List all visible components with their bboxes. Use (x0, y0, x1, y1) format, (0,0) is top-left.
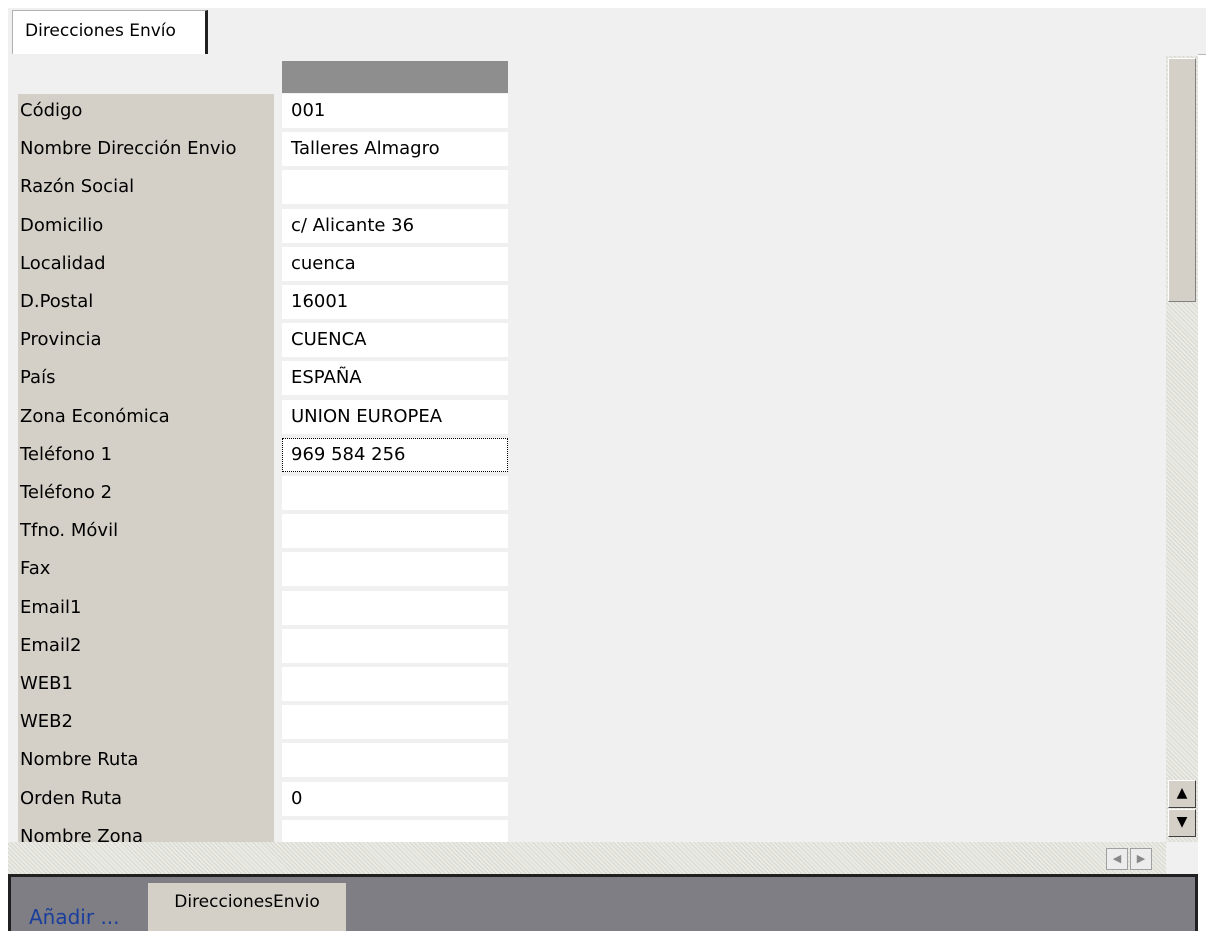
field-value-input[interactable]: 16001 (282, 285, 508, 319)
field-value-input[interactable] (282, 590, 508, 625)
field-label: Zona Económica (20, 405, 170, 427)
property-grid: Código Nombre Dirección Envio Razón Social… (8, 54, 1198, 844)
field-value-input[interactable] (282, 514, 508, 549)
field-label: D.Postal (20, 291, 94, 312)
bottom-bar: Añadir ... DireccionesEnvio (8, 874, 1198, 931)
field-value-input[interactable]: CUENCA (282, 323, 508, 358)
vertical-scrollbar-thumb[interactable] (1168, 58, 1196, 302)
field-value-input[interactable]: 969 584 256 (282, 437, 508, 472)
tab-strip: Direcciones Envío (8, 8, 1206, 55)
scroll-up-button[interactable]: ▲ (1168, 780, 1196, 808)
field-value-input[interactable] (282, 819, 508, 844)
field-label: Fax (20, 558, 51, 580)
field-value-input[interactable] (282, 743, 508, 778)
field-label: Domicilio (20, 214, 104, 236)
scroll-down-button[interactable]: ▼ (1168, 809, 1196, 837)
field-label: WEB1 (20, 673, 73, 694)
scrollbar-corner (1166, 842, 1198, 874)
field-label: Nombre Zona (20, 825, 144, 844)
add-link[interactable]: Añadir ... (29, 905, 120, 929)
field-value-input[interactable] (282, 667, 508, 701)
field-value-input[interactable]: c/ Alicante 36 (282, 208, 508, 243)
field-value-input[interactable]: cuenca (282, 246, 508, 281)
field-value-input[interactable]: 0 (282, 781, 508, 816)
field-label: Localidad (20, 252, 106, 274)
scroll-right-button[interactable]: ▶ (1130, 848, 1152, 870)
field-label: Nombre Dirección Envio (20, 138, 237, 160)
field-value-input[interactable]: 001 (282, 94, 508, 128)
field-value-input[interactable] (282, 170, 508, 205)
column-header (282, 61, 508, 93)
field-value-input[interactable]: Talleres Almagro (282, 132, 508, 167)
field-label: WEB2 (20, 711, 73, 733)
field-label: Provincia (20, 329, 102, 351)
field-value-input[interactable] (282, 705, 508, 740)
field-value-input[interactable]: ESPAÑA (282, 361, 508, 396)
grid-viewport: Código Nombre Dirección Envio Razón Social… (8, 54, 528, 844)
scroll-left-button[interactable]: ◀ (1106, 848, 1128, 870)
field-value-input[interactable]: UNION EUROPEA (282, 399, 508, 434)
field-label: Teléfono 1 (20, 443, 113, 465)
label-column: Código Nombre Dirección Envio Razón Social… (18, 94, 274, 844)
field-label: País (20, 367, 56, 389)
field-label: Teléfono 2 (20, 482, 113, 503)
field-label: Nombre Ruta (20, 749, 139, 771)
field-label: Código (20, 100, 83, 121)
field-value-input[interactable] (282, 628, 508, 663)
field-label: Email2 (20, 634, 82, 656)
field-label: Orden Ruta (20, 787, 123, 809)
tab-direcciones-envio[interactable]: Direcciones Envío (12, 10, 208, 54)
field-label: Razón Social (20, 176, 135, 198)
horizontal-scrollbar-track[interactable] (8, 842, 1166, 874)
field-value-input[interactable] (282, 552, 508, 587)
field-label: Tfno. Móvil (20, 520, 119, 542)
field-label: Email1 (20, 596, 82, 618)
field-value-input[interactable] (282, 476, 508, 510)
tab-direcciones-envio-bottom[interactable]: DireccionesEnvio (148, 883, 346, 931)
